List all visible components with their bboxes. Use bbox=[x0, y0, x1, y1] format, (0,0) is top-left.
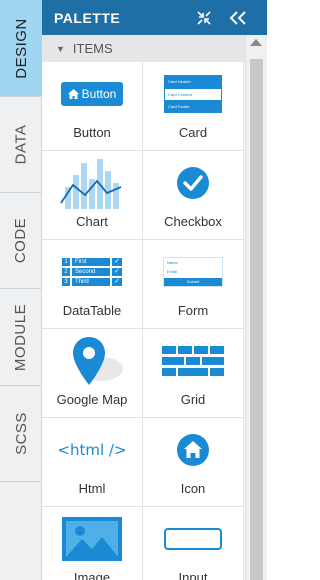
palette-item-datatable[interactable]: 1 First ✓ 2 Second ✓ 3 Third ✓ DataTable bbox=[42, 240, 143, 329]
tab-data[interactable]: DATA bbox=[0, 97, 42, 193]
button-icon: Button bbox=[42, 70, 142, 118]
tab-scss-label: SCSS bbox=[12, 412, 30, 455]
card-content-line: Card Content bbox=[165, 88, 221, 100]
item-label: Form bbox=[177, 303, 209, 318]
palette-item-google-map[interactable]: Google Map bbox=[42, 329, 143, 418]
tab-scss[interactable]: SCSS bbox=[0, 386, 42, 482]
html-icon: <html /> bbox=[42, 426, 142, 474]
button-icon-text: Button bbox=[81, 87, 117, 101]
items-section-title: ITEMS bbox=[72, 41, 113, 56]
palette-item-button[interactable]: Button Button bbox=[42, 62, 143, 151]
check-icon: ✓ bbox=[112, 278, 122, 286]
item-label: Icon bbox=[180, 481, 206, 496]
image-icon bbox=[42, 515, 142, 563]
table-cell: 3 bbox=[62, 278, 70, 286]
card-icon: Card Header Card Content Card Footer bbox=[143, 70, 243, 118]
palette-header: PALETTE bbox=[42, 0, 267, 35]
card-header-line: Card Header bbox=[168, 79, 191, 84]
item-label: Html bbox=[78, 481, 106, 496]
form-field-label: Email bbox=[167, 269, 178, 274]
grid-icon bbox=[143, 337, 243, 385]
item-label: Grid bbox=[180, 392, 206, 407]
palette-item-card[interactable]: Card Header Card Content Card Footer Car… bbox=[143, 62, 244, 151]
item-label: Card bbox=[178, 125, 208, 140]
checkbox-icon bbox=[143, 159, 243, 207]
form-submit-bar: Submit bbox=[164, 278, 222, 286]
item-label: Button bbox=[73, 125, 111, 140]
tab-design[interactable]: DESIGN bbox=[0, 0, 42, 97]
palette-item-chart[interactable]: Chart bbox=[42, 151, 143, 240]
tab-module[interactable]: MODULE bbox=[0, 289, 42, 386]
palette-item-input[interactable]: Input bbox=[143, 507, 244, 580]
tab-design-label: DESIGN bbox=[12, 17, 30, 79]
table-cell: First bbox=[72, 258, 110, 266]
map-pin-icon bbox=[42, 337, 142, 385]
tab-code[interactable]: CODE bbox=[0, 193, 42, 289]
item-label: Google Map bbox=[56, 392, 128, 407]
vertical-tabs: DESIGN DATA CODE MODULE SCSS bbox=[0, 0, 42, 580]
form-icon: Name Email Submit bbox=[143, 248, 243, 296]
datatable-icon: 1 First ✓ 2 Second ✓ 3 Third ✓ bbox=[42, 248, 142, 296]
scroll-up-arrow-icon[interactable] bbox=[250, 39, 262, 46]
tab-module-label: MODULE bbox=[12, 303, 30, 371]
collapse-arrows-icon[interactable] bbox=[194, 8, 214, 28]
items-section-header[interactable]: ▼ ITEMS bbox=[42, 35, 245, 62]
check-icon: ✓ bbox=[112, 258, 122, 266]
scrollbar-thumb[interactable] bbox=[250, 59, 263, 580]
item-label: Image bbox=[73, 570, 111, 580]
scrollbar[interactable] bbox=[245, 35, 267, 580]
item-label: Input bbox=[178, 570, 208, 580]
home-icon bbox=[143, 426, 243, 474]
card-footer-line: Card Footer bbox=[168, 104, 190, 109]
html-icon-text: <html /> bbox=[57, 441, 127, 459]
palette-item-checkbox[interactable]: Checkbox bbox=[143, 151, 244, 240]
chart-icon bbox=[42, 159, 142, 209]
double-chevron-left-icon[interactable] bbox=[228, 8, 248, 28]
item-label: Checkbox bbox=[164, 214, 222, 229]
check-icon: ✓ bbox=[112, 268, 122, 276]
item-label: DataTable bbox=[62, 303, 122, 318]
palette-item-image[interactable]: Image bbox=[42, 507, 143, 580]
palette-item-form[interactable]: Name Email Submit Form bbox=[143, 240, 244, 329]
table-cell: 2 bbox=[62, 268, 70, 276]
palette-item-grid[interactable]: Grid bbox=[143, 329, 244, 418]
input-icon bbox=[143, 515, 243, 563]
caret-down-icon: ▼ bbox=[56, 43, 65, 54]
table-cell: Third bbox=[72, 278, 110, 286]
form-field-label: Name bbox=[167, 260, 178, 265]
palette-title: PALETTE bbox=[54, 9, 121, 26]
palette-item-icon[interactable]: Icon bbox=[143, 418, 244, 507]
palette-item-html[interactable]: <html /> Html bbox=[42, 418, 143, 507]
table-cell: Second bbox=[72, 268, 110, 276]
tab-data-label: DATA bbox=[12, 124, 30, 165]
table-cell: 1 bbox=[62, 258, 70, 266]
tab-code-label: CODE bbox=[12, 217, 30, 264]
item-label: Chart bbox=[76, 214, 108, 229]
